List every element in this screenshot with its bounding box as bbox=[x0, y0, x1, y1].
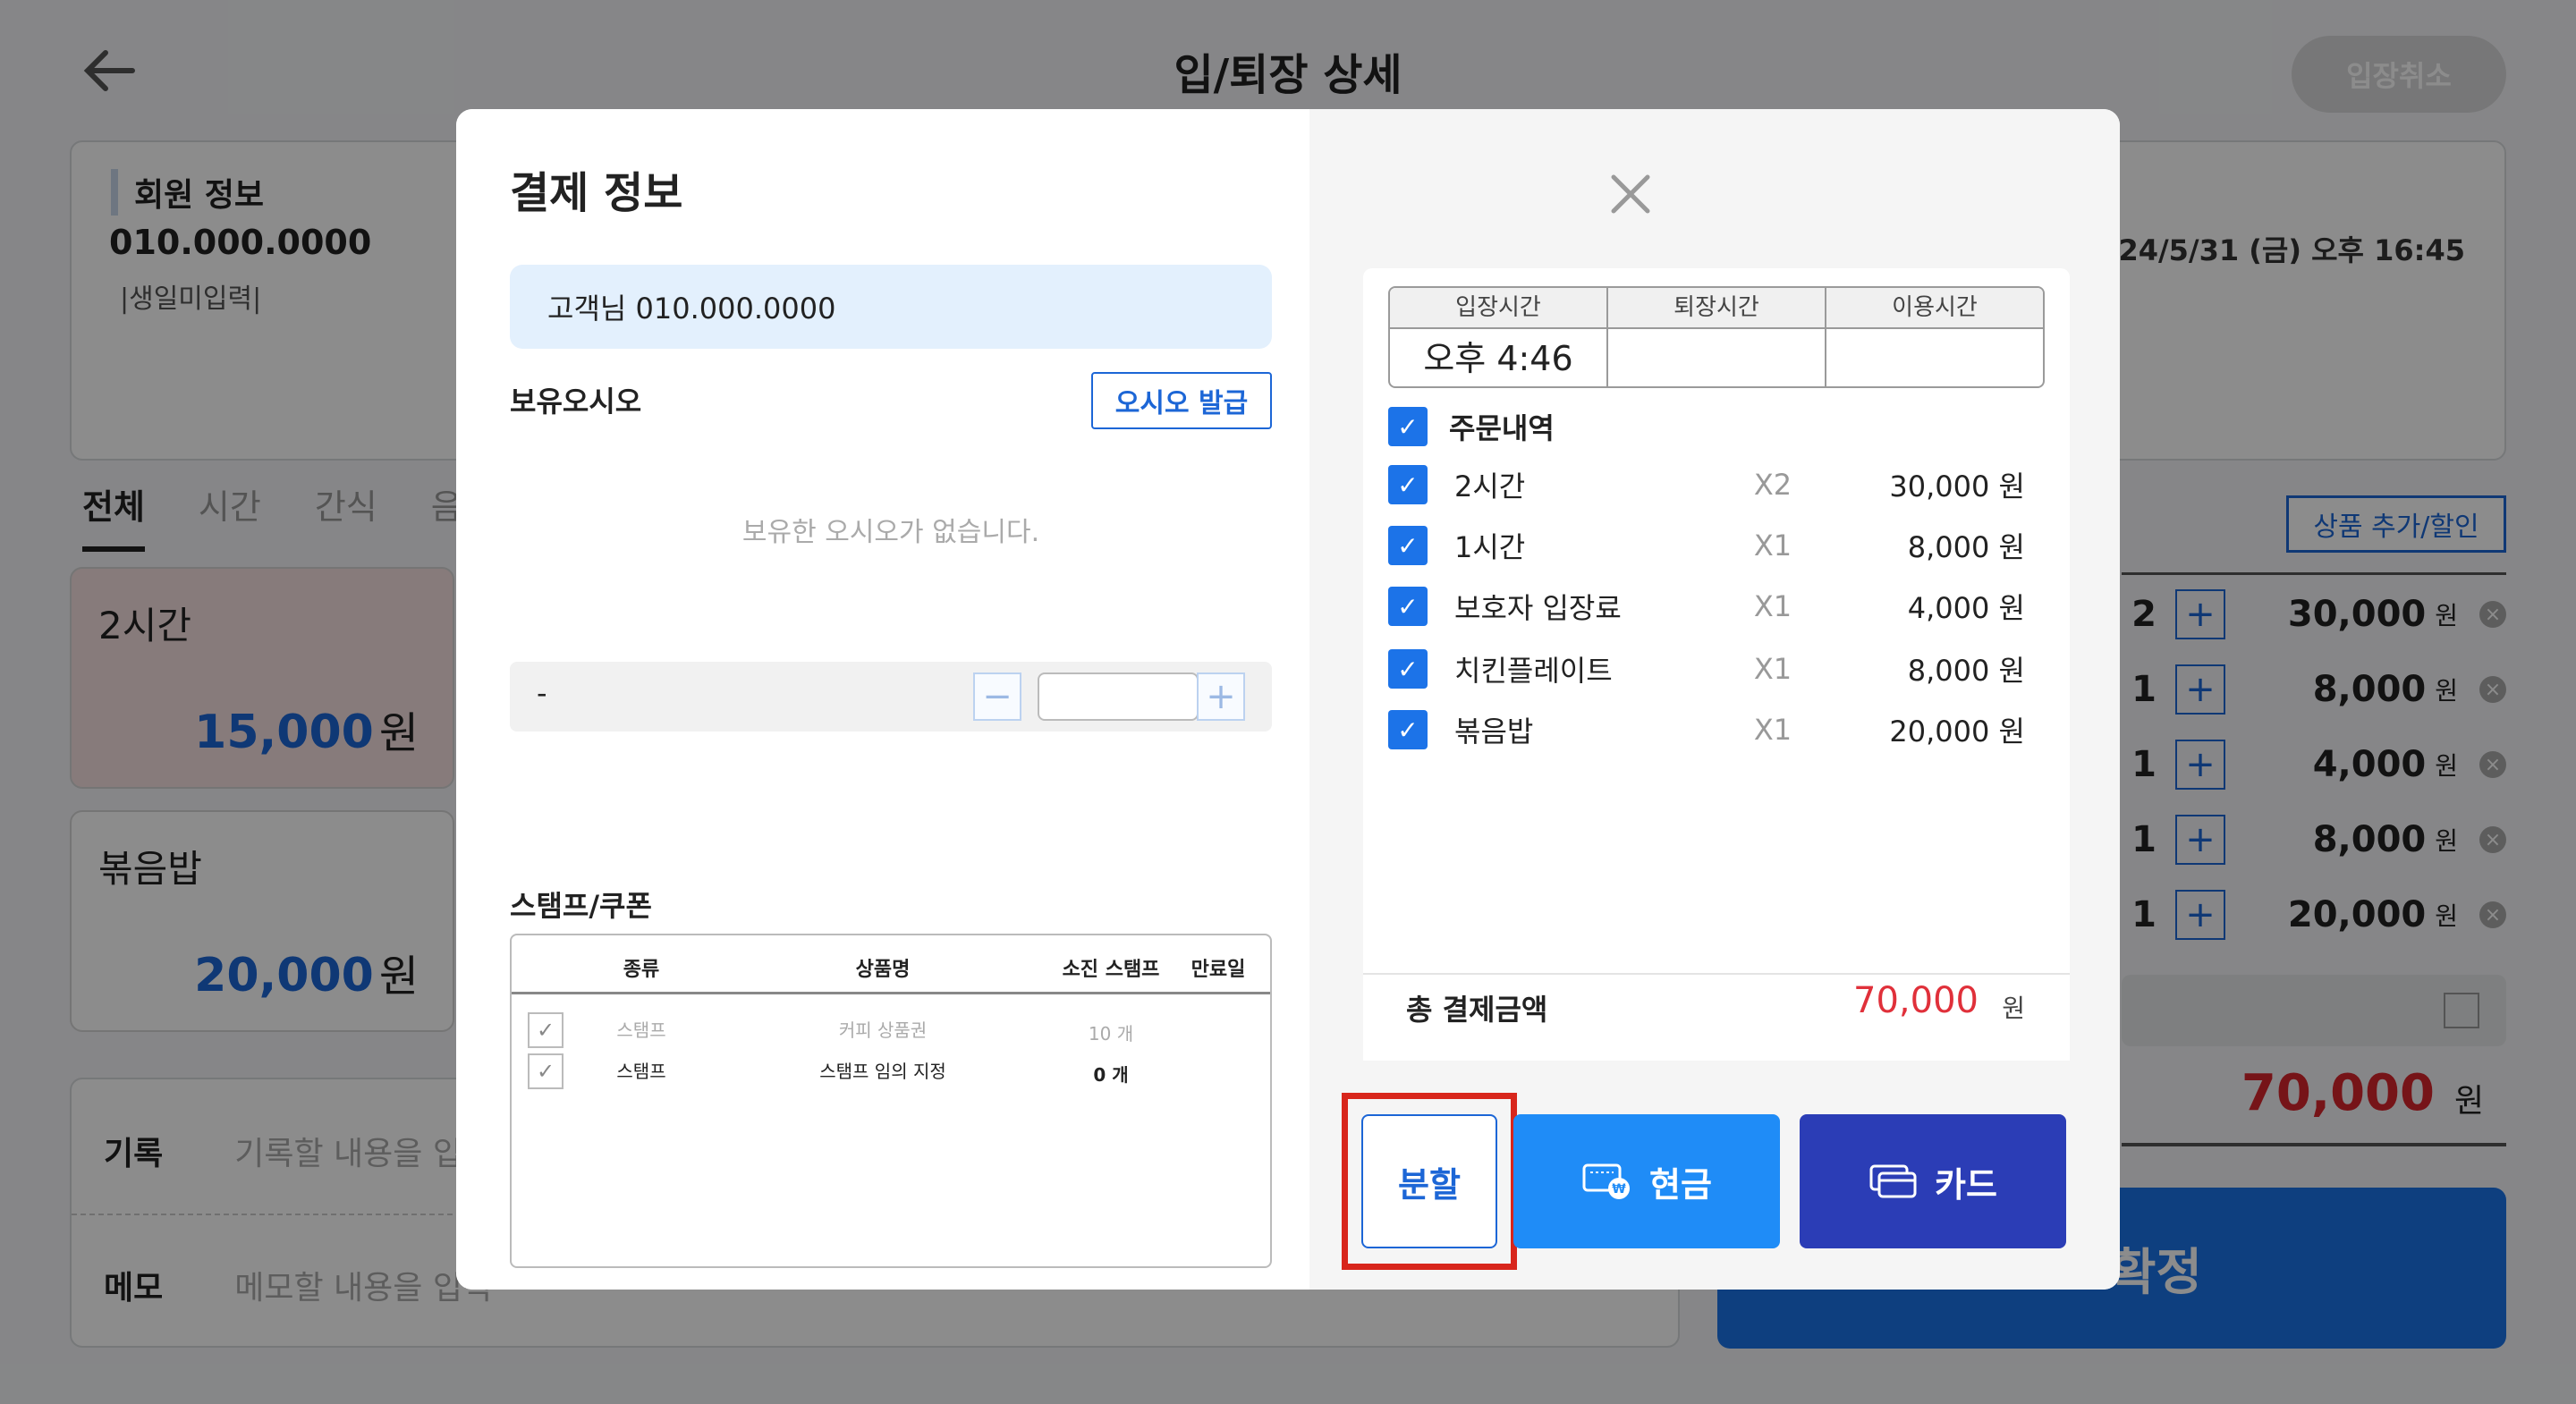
modal-title: 결제 정보 bbox=[510, 168, 683, 218]
exit-time bbox=[1608, 329, 1826, 386]
order-item[interactable]: ✓ 1시간 X1 8,000 원 bbox=[1388, 524, 2045, 567]
order-item[interactable]: ✓ 치킨플레이트 X1 8,000 원 bbox=[1388, 647, 2045, 690]
receipt-divider bbox=[1363, 973, 2070, 975]
card-payment-button[interactable]: 카드 bbox=[1800, 1114, 2066, 1248]
table-row[interactable]: ✓ 스탬프 스탬프 임의 지정 0 개 bbox=[512, 1048, 1270, 1089]
check-icon[interactable]: ✓ bbox=[1388, 465, 1428, 504]
check-icon[interactable]: ✓ bbox=[1388, 710, 1428, 749]
check-icon[interactable]: ✓ bbox=[1388, 649, 1428, 689]
oasis-use-row: - − + bbox=[510, 662, 1272, 732]
cash-icon: ₩ bbox=[1582, 1163, 1631, 1199]
increase-button[interactable]: + bbox=[1197, 672, 1245, 721]
order-item[interactable]: ✓ 2시간 X2 30,000 원 bbox=[1388, 463, 2045, 506]
oasis-empty-message: 보유한 오시오가 없습니다. bbox=[741, 517, 1040, 548]
stamp-table-header: 종류 상품명 소진 스탬프 만료일 bbox=[512, 935, 1270, 994]
oasis-issue-button[interactable]: 오시오 발급 bbox=[1091, 372, 1272, 429]
stamp-coupon-table: 종류 상품명 소진 스탬프 만료일 ✓ 스탬프 커피 상품권 10 개 ✓ 스탬… bbox=[510, 934, 1272, 1268]
receipt: 입장시간 퇴장시간 이용시간 오후 4:46 ✓ 주문내역 ✓ 2시간 X2 3… bbox=[1363, 268, 2070, 1061]
close-button[interactable] bbox=[1599, 163, 1662, 225]
check-icon[interactable]: ✓ bbox=[1388, 587, 1428, 626]
checkbox[interactable]: ✓ bbox=[528, 1012, 564, 1048]
check-icon[interactable]: ✓ bbox=[1388, 407, 1428, 446]
payment-modal: 결제 정보 고객님 010.000.0000 보유오시오 오시오 발급 보유한 … bbox=[456, 109, 2120, 1290]
oasis-label: 보유오시오 bbox=[510, 385, 642, 419]
customer-info: 고객님 010.000.0000 bbox=[510, 265, 1272, 349]
order-item[interactable]: ✓ 보호자 입장료 X1 4,000 원 bbox=[1388, 585, 2045, 628]
split-payment-button[interactable]: 분할 bbox=[1361, 1114, 1497, 1248]
oasis-amount-input[interactable] bbox=[1038, 672, 1199, 721]
check-icon[interactable]: ✓ bbox=[1388, 526, 1428, 565]
table-row[interactable]: ✓ 스탬프 커피 상품권 10 개 bbox=[512, 1007, 1270, 1048]
oasis-row-label: - bbox=[537, 676, 547, 710]
close-icon bbox=[1611, 174, 1650, 214]
time-table-header: 입장시간 퇴장시간 이용시간 bbox=[1390, 288, 2043, 329]
svg-text:₩: ₩ bbox=[1612, 1182, 1626, 1197]
total-payment-amount: 70,000 bbox=[1853, 980, 1979, 1021]
total-payment-label: 총 결제금액 bbox=[1406, 993, 1548, 1027]
cash-payment-button[interactable]: ₩ 현금 bbox=[1513, 1114, 1780, 1248]
checkbox[interactable]: ✓ bbox=[528, 1053, 564, 1089]
order-history-header[interactable]: ✓ 주문내역 bbox=[1388, 406, 1555, 447]
usage-time-table: 입장시간 퇴장시간 이용시간 오후 4:46 bbox=[1388, 286, 2045, 388]
payment-info-panel: 결제 정보 고객님 010.000.0000 보유오시오 오시오 발급 보유한 … bbox=[456, 109, 1309, 1290]
order-item[interactable]: ✓ 볶음밥 X1 20,000 원 bbox=[1388, 708, 2045, 751]
time-table-values: 오후 4:46 bbox=[1390, 329, 2043, 386]
entry-time: 오후 4:46 bbox=[1390, 329, 1608, 386]
stamp-coupon-label: 스탬프/쿠폰 bbox=[510, 889, 652, 923]
usage-time bbox=[1826, 329, 2043, 386]
decrease-button[interactable]: − bbox=[973, 672, 1021, 721]
credit-card-icon bbox=[1869, 1164, 1917, 1198]
